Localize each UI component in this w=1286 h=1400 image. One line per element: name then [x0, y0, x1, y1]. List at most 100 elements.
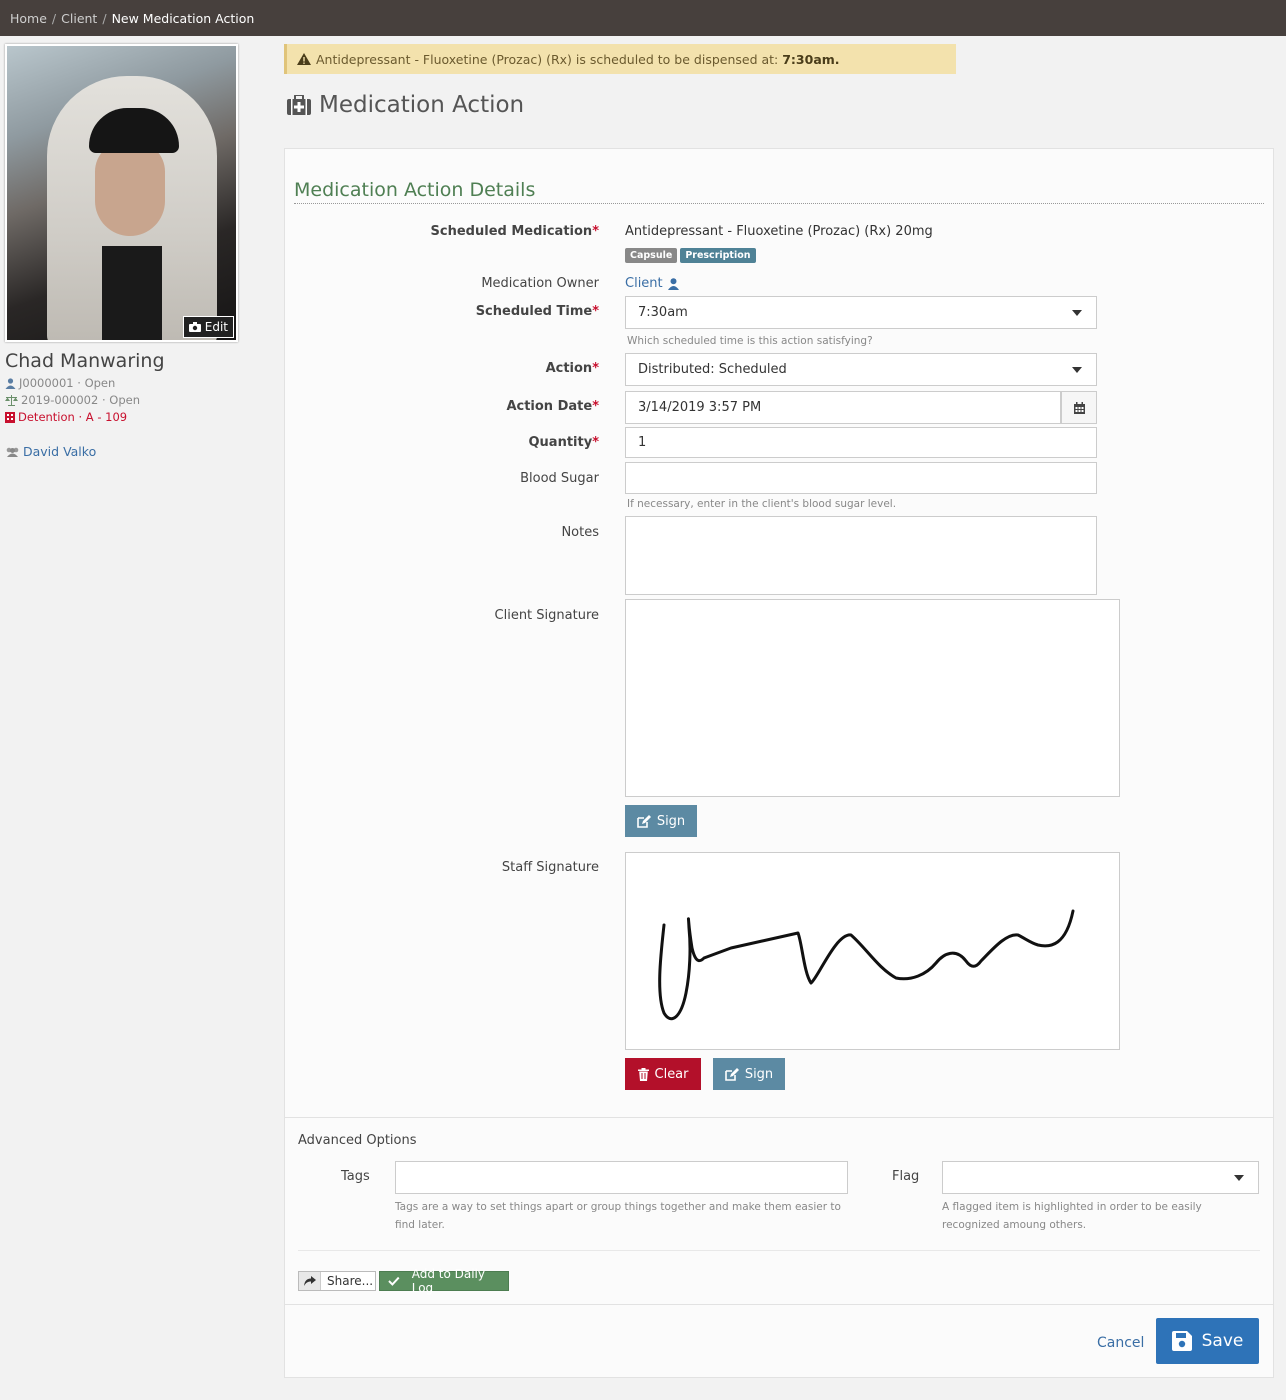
scheduled-medication-value: Antidepressant - Fluoxetine (Prozac) (Rx… — [625, 224, 933, 239]
camera-icon — [188, 322, 201, 332]
building-icon — [5, 411, 15, 423]
edit-icon — [637, 814, 651, 828]
action-date-label: Action Date* — [506, 399, 599, 414]
court-id: 2019-000002 · Open — [21, 393, 140, 407]
calendar-icon — [1073, 401, 1085, 414]
medication-owner-link[interactable]: Client — [625, 276, 679, 291]
court-line[interactable]: 2019-000002 · Open — [5, 393, 140, 407]
assigned-staff-link[interactable]: David Valko — [5, 444, 96, 459]
breadcrumb-client[interactable]: Client — [61, 11, 97, 26]
user-icon — [5, 377, 16, 389]
share-label: Share... — [327, 1274, 374, 1288]
add-to-daily-log-button[interactable]: Add to Daily Log — [379, 1267, 509, 1295]
client-sign-label: Sign — [656, 813, 686, 829]
edit-label: Edit — [204, 320, 228, 334]
alert-text: Antidepressant - Fluoxetine (Prozac) (Rx… — [316, 51, 783, 67]
schedule-alert: Antidepressant - Fluoxetine (Prozac) (Rx… — [284, 44, 956, 74]
calendar-button[interactable] — [1061, 391, 1097, 424]
chevron-down-icon — [1072, 367, 1082, 373]
cancel-link[interactable]: Cancel — [1097, 1335, 1144, 1351]
flag-help: A flagged item is highlighted in order t… — [942, 1201, 1202, 1231]
action-select[interactable]: Distributed: Scheduled — [625, 353, 1097, 386]
medication-owner-label: Medication Owner — [481, 276, 599, 291]
balance-scale-icon — [5, 394, 18, 406]
advanced-divider — [285, 1117, 1273, 1118]
edit-icon — [725, 1067, 739, 1081]
medication-action-panel: Medication Action Details Scheduled Medi… — [284, 148, 1274, 1378]
section-title: Medication Action Details — [294, 179, 1264, 204]
edit-photo-button[interactable]: Edit — [182, 316, 234, 338]
photo-shirt — [102, 246, 162, 340]
capsule-badge: Capsule — [625, 248, 678, 263]
case-line[interactable]: J0000001 · Open — [5, 376, 115, 390]
check-icon — [388, 1276, 400, 1286]
daily-log-label: Add to Daily Log — [411, 1267, 485, 1295]
share-button[interactable]: Share... — [298, 1271, 376, 1291]
clear-signature-button[interactable]: Clear — [625, 1058, 701, 1090]
action-date-value: 3/14/2019 3:57 PM — [638, 400, 762, 415]
case-id: J0000001 · Open — [19, 376, 116, 390]
advanced-options-title: Advanced Options — [298, 1133, 417, 1148]
required-mark: * — [592, 361, 599, 376]
staff-sign-button[interactable]: Sign — [713, 1058, 785, 1090]
breadcrumb: Home / Client / New Medication Action — [0, 0, 1286, 36]
required-mark: * — [592, 224, 599, 239]
scheduled-time-select[interactable]: 7:30am — [625, 296, 1097, 329]
share-icon — [299, 1272, 321, 1290]
medication-owner-value: Client — [625, 276, 663, 291]
users-icon — [6, 447, 19, 457]
page-title-text: Medication Action — [319, 92, 525, 118]
scheduled-time-value: 7:30am — [638, 305, 688, 320]
required-mark: * — [592, 304, 599, 319]
client-signature-pad[interactable] — [625, 599, 1120, 797]
client-photo: Edit — [5, 44, 238, 342]
notes-label: Notes — [561, 525, 599, 540]
tags-label: Tags — [341, 1169, 370, 1184]
label-text: Scheduled Medication — [430, 224, 593, 239]
chevron-down-icon — [1072, 310, 1082, 316]
client-signature-label: Client Signature — [494, 608, 599, 623]
save-icon — [1171, 1331, 1192, 1351]
scheduled-time-label: Scheduled Time* — [476, 304, 599, 319]
blood-sugar-help: If necessary, enter in the client's bloo… — [627, 498, 897, 510]
page-title: Medication Action — [287, 92, 524, 118]
placement: Detention · A - 109 — [18, 410, 128, 424]
required-mark: * — [592, 435, 599, 450]
scheduled-medication-label: Scheduled Medication* — [431, 224, 599, 239]
label-text: Action — [545, 361, 593, 376]
label-text: Quantity — [528, 435, 593, 450]
medkit-icon — [287, 95, 311, 115]
quantity-value: 1 — [638, 435, 647, 450]
staff-sign-label: Sign — [744, 1066, 774, 1082]
action-date-input[interactable]: 3/14/2019 3:57 PM — [625, 391, 1061, 424]
trash-icon — [637, 1067, 649, 1081]
staff-name: David Valko — [23, 444, 97, 459]
breadcrumb-separator: / — [51, 10, 57, 26]
blood-sugar-label: Blood Sugar — [520, 471, 599, 486]
signature-drawing — [658, 909, 1075, 1021]
scheduled-time-help: Which scheduled time is this action sati… — [627, 335, 873, 347]
flag-label: Flag — [892, 1169, 920, 1184]
action-value: Distributed: Scheduled — [638, 362, 787, 377]
staff-signature-pad[interactable] — [625, 852, 1120, 1050]
action-label: Action* — [546, 361, 599, 376]
quantity-label: Quantity* — [528, 435, 599, 450]
quantity-input[interactable]: 1 — [625, 427, 1097, 458]
clear-label: Clear — [654, 1066, 689, 1082]
breadcrumb-home[interactable]: Home — [10, 11, 47, 26]
blood-sugar-input[interactable] — [625, 462, 1097, 494]
save-button[interactable]: Save — [1156, 1318, 1259, 1364]
alert-time: 7:30am. — [782, 51, 840, 67]
client-sign-button[interactable]: Sign — [625, 805, 697, 837]
photo-face — [95, 141, 165, 236]
chevron-down-icon — [1234, 1175, 1244, 1181]
user-icon — [667, 277, 679, 290]
placement-line[interactable]: Detention · A - 109 — [5, 410, 127, 424]
label-text: Scheduled Time — [475, 304, 593, 319]
staff-signature-label: Staff Signature — [501, 860, 599, 875]
notes-textarea[interactable] — [625, 516, 1097, 595]
advanced-separator — [298, 1250, 1260, 1251]
medication-badges: Capsule Prescription — [625, 247, 759, 263]
flag-select[interactable] — [942, 1161, 1259, 1194]
tags-input[interactable] — [395, 1161, 848, 1194]
